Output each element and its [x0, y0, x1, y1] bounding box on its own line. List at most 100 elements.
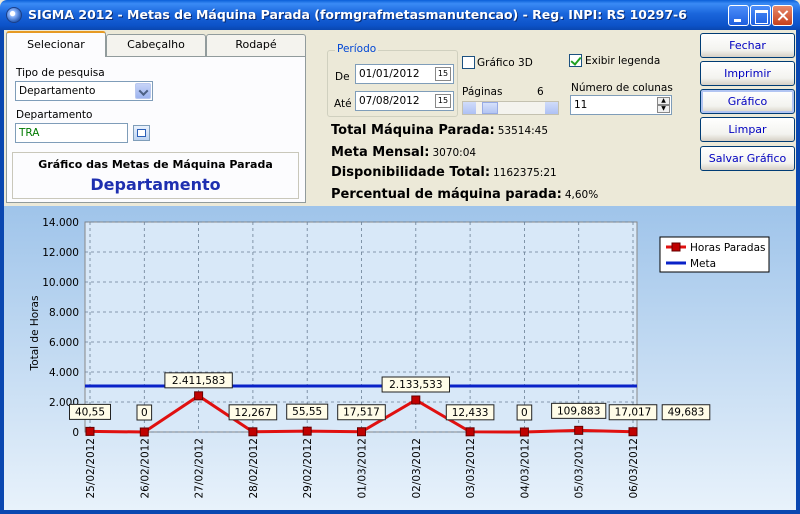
tipo-pesquisa-select[interactable]: Departamento — [15, 81, 153, 101]
disp-label: Disponibilidade Total: — [331, 165, 491, 180]
disponibilidade-total: Disponibilidade Total: 1162375:21 — [331, 165, 557, 180]
chart-area: 0 2.000 4.000 6.000 8.000 10.000 12.000 14.000 2… — [4, 206, 796, 510]
x-tick-label: 25/02/2012 — [85, 438, 97, 499]
tab-selecionar[interactable]: Selecionar — [6, 31, 106, 57]
title-bar[interactable]: SIGMA 2012 - Metas de Máquina Parada (fo… — [0, 0, 800, 30]
exibir-legenda-checkbox[interactable] — [569, 54, 582, 67]
x-tick-label: 28/02/2012 — [248, 438, 260, 499]
date-to-input[interactable]: 07/08/2012 15 — [355, 91, 454, 111]
salvar-grafico-button[interactable]: Salvar Gráfico — [700, 146, 795, 171]
legend-label-meta: Meta — [690, 258, 716, 270]
data-label: 55,55 — [292, 406, 322, 418]
data-label: 0 — [141, 407, 148, 419]
y-tick-label: 8.000 — [49, 307, 79, 319]
legend-label-horas: Horas Paradas — [690, 242, 766, 254]
window-frame-bottom — [0, 510, 800, 514]
data-label: 12,433 — [452, 407, 489, 419]
maximize-button[interactable] — [750, 5, 771, 26]
imprimir-button[interactable]: Imprimir — [700, 61, 795, 86]
y-tick-label: 6.000 — [49, 337, 79, 349]
grafico-button[interactable]: Gráfico — [700, 89, 795, 114]
data-point — [302, 426, 312, 436]
x-tick-label: 27/02/2012 — [194, 438, 206, 499]
app-icon[interactable] — [6, 7, 22, 23]
paginas-scrollbar[interactable] — [462, 101, 559, 115]
data-label: 0 — [521, 407, 528, 419]
y-tick-label: 0 — [72, 427, 79, 439]
y-tick-label: 4.000 — [49, 367, 79, 379]
window-title: SIGMA 2012 - Metas de Máquina Parada (fo… — [28, 7, 687, 22]
chart-svg: 02.0004.0006.0008.00010.00012.00014.0002… — [29, 217, 770, 499]
data-label: 2.411,583 — [172, 375, 225, 387]
scroll-right-icon[interactable] — [545, 102, 558, 114]
spin-down-icon[interactable]: ▼ — [657, 105, 670, 113]
limpar-button[interactable]: Limpar — [700, 117, 795, 142]
scroll-left-icon[interactable] — [463, 102, 476, 114]
legend-marker-horas — [671, 242, 681, 252]
fechar-button[interactable]: Fechar — [700, 33, 795, 58]
lookup-icon[interactable] — [133, 125, 150, 141]
paginas-value: 6 — [537, 86, 544, 98]
window-frame-right — [796, 30, 800, 514]
total-value: 53514:45 — [497, 125, 549, 137]
data-label: 109,883 — [557, 405, 600, 417]
chart-info-box: Gráfico das Metas de Máquina Parada Depa… — [12, 152, 299, 199]
calendar-icon[interactable]: 15 — [435, 67, 451, 81]
data-point — [574, 425, 584, 435]
y-tick-label: 12.000 — [42, 247, 79, 259]
de-label: De — [335, 71, 350, 83]
minimize-button[interactable] — [728, 5, 749, 26]
x-tick-label: 02/03/2012 — [411, 438, 423, 499]
disp-value: 1162375:21 — [493, 167, 557, 179]
close-button[interactable] — [772, 5, 793, 26]
scroll-thumb[interactable] — [482, 102, 498, 114]
departamento-input[interactable]: TRA — [15, 123, 128, 143]
chart-info-title: Gráfico das Metas de Máquina Parada — [38, 158, 273, 171]
meta-label: Meta Mensal: — [331, 145, 430, 160]
grafico-3d-label: Gráfico 3D — [477, 57, 533, 69]
data-label: 12,267 — [235, 407, 272, 419]
tipo-pesquisa-value: Departamento — [19, 85, 96, 97]
chevron-down-icon[interactable] — [135, 83, 151, 99]
data-point — [357, 427, 366, 437]
departamento-label: Departamento — [16, 109, 93, 121]
tab-rodape[interactable]: Rodapé — [206, 34, 306, 56]
data-point — [411, 395, 421, 405]
spin-up-icon[interactable]: ▲ — [657, 97, 670, 105]
numero-colunas-input[interactable]: 11 ▲ ▼ — [570, 95, 672, 115]
total-maquina-parada: Total Máquina Parada: 53514:45 — [331, 123, 548, 138]
data-label: 17,017 — [615, 407, 652, 419]
x-tick-label: 06/03/2012 — [628, 438, 640, 499]
tab-cabecalho[interactable]: Cabeçalho — [106, 34, 206, 56]
data-point — [194, 391, 204, 401]
data-label: 2.133,533 — [389, 379, 442, 391]
x-tick-label: 29/02/2012 — [302, 438, 314, 499]
total-label: Total Máquina Parada: — [331, 123, 495, 138]
x-tick-label: 26/02/2012 — [139, 438, 151, 499]
data-point — [519, 427, 529, 437]
data-label: 49,683 — [668, 407, 705, 419]
x-tick-label: 03/03/2012 — [465, 438, 477, 499]
date-to-value: 07/08/2012 — [359, 95, 420, 107]
perc-value: 4,60% — [564, 189, 599, 201]
meta-value: 3070:04 — [432, 147, 477, 159]
x-tick-label: 05/03/2012 — [574, 438, 586, 499]
periodo-legend: Período — [335, 43, 379, 55]
meta-mensal: Meta Mensal: 3070:04 — [331, 145, 476, 160]
numero-colunas-spinner[interactable]: ▲ ▼ — [657, 97, 670, 114]
x-tick-label: 04/03/2012 — [519, 438, 531, 499]
ate-label: Até — [334, 98, 352, 110]
percentual-maquina-parada: Percentual de máquina parada: 4,60% — [331, 187, 598, 202]
grafico-3d-checkbox[interactable] — [462, 56, 475, 69]
y-tick-label: 14.000 — [42, 217, 79, 229]
numero-colunas-value: 11 — [574, 99, 588, 111]
plot-background — [84, 221, 638, 433]
data-label: 17,517 — [343, 407, 380, 419]
tipo-pesquisa-label: Tipo de pesquisa — [16, 67, 105, 79]
date-from-input[interactable]: 01/01/2012 15 — [355, 64, 454, 84]
calendar-icon[interactable]: 15 — [435, 94, 451, 108]
y-tick-label: 10.000 — [42, 277, 79, 289]
numero-colunas-label: Número de colunas — [571, 82, 673, 94]
date-from-value: 01/01/2012 — [359, 68, 420, 80]
data-point — [85, 426, 95, 436]
